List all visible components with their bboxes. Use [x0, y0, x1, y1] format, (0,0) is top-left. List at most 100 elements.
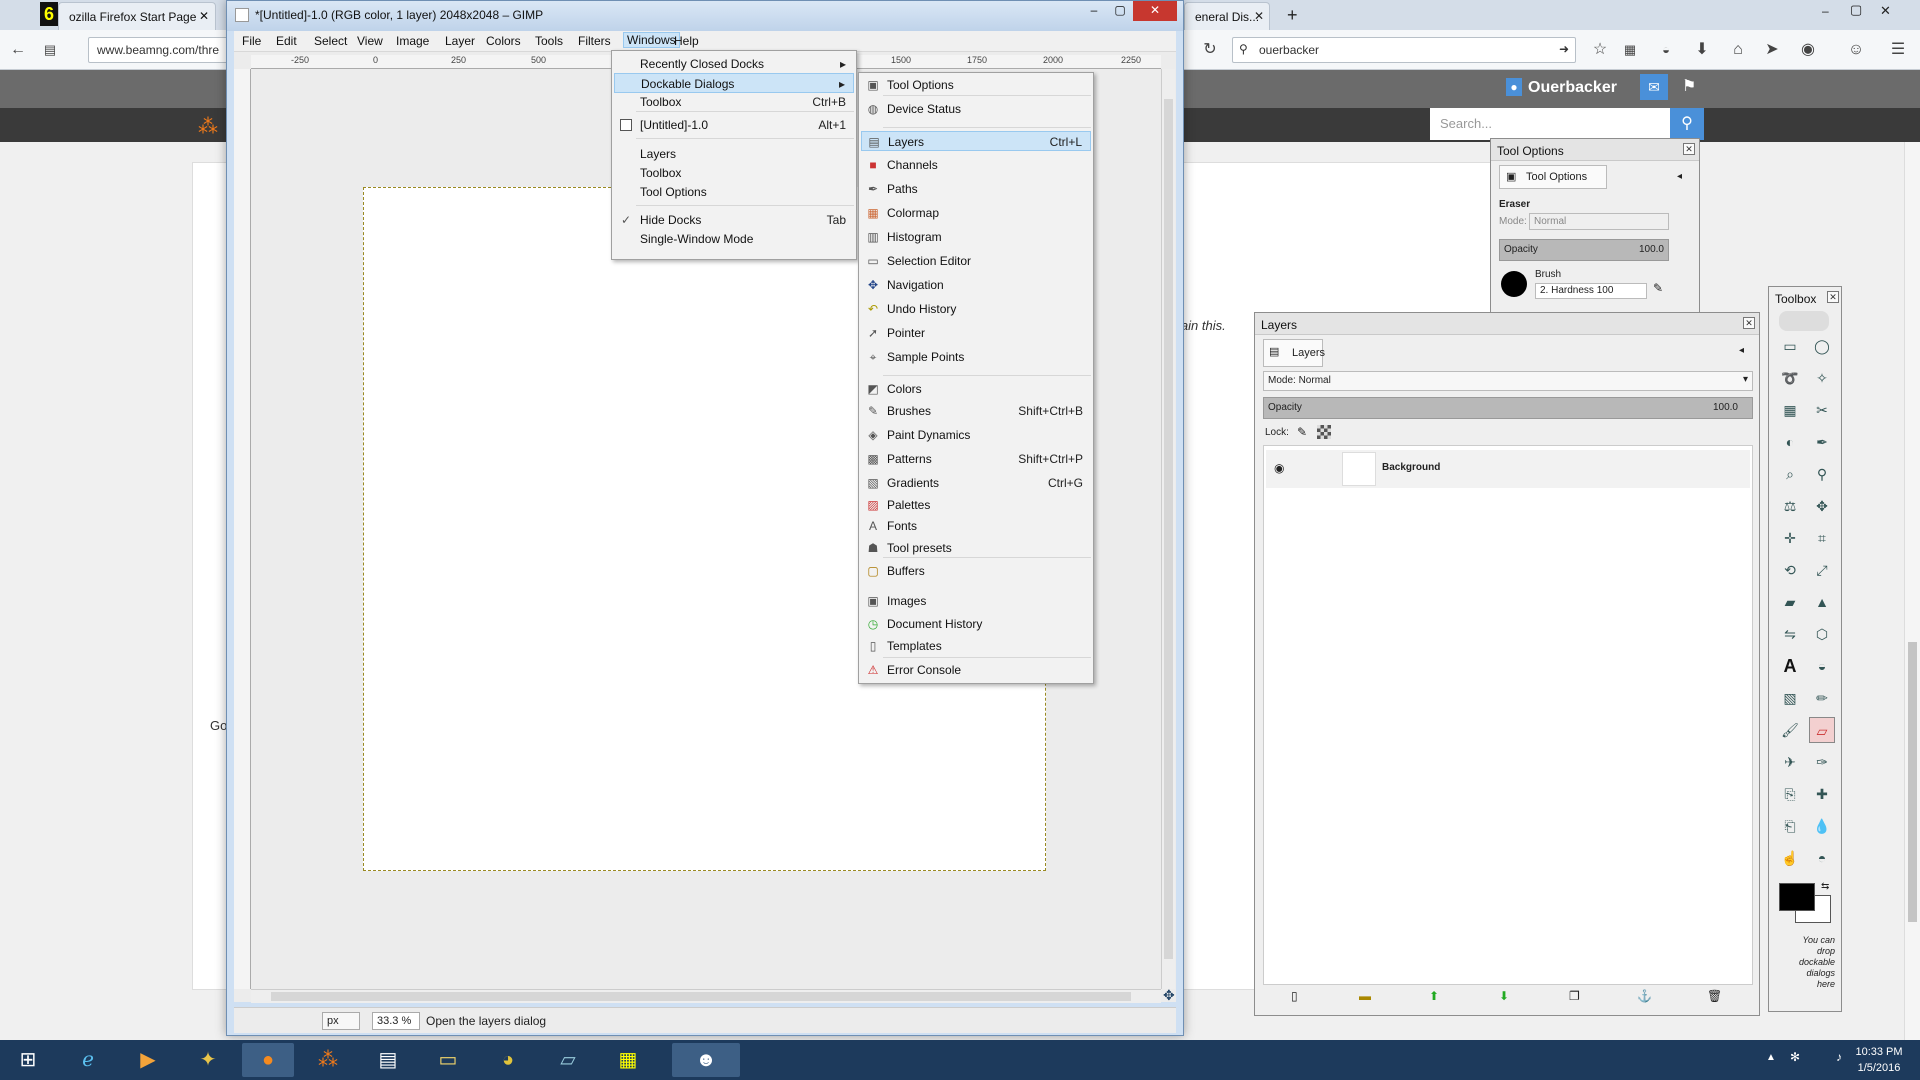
unit-select[interactable]: px — [322, 1012, 360, 1030]
dockable-item-fonts[interactable]: A Fonts — [861, 516, 1091, 536]
pocket-icon[interactable]: ◒ — [1654, 38, 1678, 62]
share-icon[interactable]: ➤ — [1760, 38, 1784, 62]
beamng-icon[interactable]: ⁂ — [302, 1043, 354, 1077]
vertical-ruler[interactable] — [234, 69, 251, 989]
perspective-clone-icon[interactable]: ⎗ — [1777, 813, 1803, 839]
media-player-icon[interactable]: ▶ — [122, 1043, 174, 1077]
heal-icon[interactable]: ✚ — [1809, 781, 1835, 807]
new-layer-group-icon[interactable]: ▬ — [1359, 989, 1371, 1003]
brush-name-field[interactable]: 2. Hardness 100 — [1535, 283, 1647, 299]
text-icon[interactable]: A — [1777, 653, 1803, 679]
free-select-icon[interactable]: ➰ — [1777, 365, 1803, 391]
flip-icon[interactable]: ⇋ — [1777, 621, 1803, 647]
dockable-item-palettes[interactable]: ▨ Palettes — [861, 495, 1091, 515]
dockable-item-histogram[interactable]: ▥ Histogram — [861, 227, 1091, 247]
windows-menu-item-dockable-dialogs[interactable]: Dockable Dialogs ▸ — [614, 73, 854, 93]
ellipse-select-icon[interactable]: ◯ — [1809, 333, 1835, 359]
panel-menu-icon[interactable]: ◂ — [1677, 171, 1682, 182]
airbrush-icon[interactable]: ✈ — [1777, 749, 1803, 775]
shear-icon[interactable]: ▰ — [1777, 589, 1803, 615]
media-center-icon[interactable]: ✦ — [182, 1043, 234, 1077]
crop-icon[interactable]: ⌗ — [1809, 525, 1835, 551]
smudge-icon[interactable]: ☝ — [1777, 845, 1803, 871]
windows-menu-item-recently-closed-docks[interactable]: Recently Closed Docks ▸ — [614, 54, 854, 74]
firefox-icon[interactable]: ● — [242, 1043, 294, 1077]
zoom-icon[interactable]: ⚲ — [1809, 461, 1835, 487]
menu-layer[interactable]: Layer — [445, 34, 475, 48]
game-icon[interactable]: ▦ — [602, 1043, 654, 1077]
dockable-item-tool-options[interactable]: ▣ Tool Options — [861, 75, 1091, 95]
layer-opacity-slider[interactable]: Opacity 100.0 — [1263, 397, 1753, 419]
dockable-item-buffers[interactable]: ▢ Buffers — [861, 561, 1091, 581]
duplicate-layer-icon[interactable]: ❐ — [1569, 989, 1580, 1003]
checkbox-icon[interactable] — [620, 119, 632, 131]
menu-help[interactable]: Help — [674, 34, 699, 48]
close-icon[interactable]: ✕ — [199, 9, 209, 23]
menu-edit[interactable]: Edit — [276, 34, 297, 48]
horizontal-scrollbar[interactable] — [251, 989, 1161, 1003]
search-input[interactable]: ⚲ ouerbacker ➜ — [1232, 37, 1576, 63]
navigate-icon[interactable]: ✥ — [1163, 987, 1175, 1004]
dockable-item-templates[interactable]: ▯ Templates — [861, 636, 1091, 656]
notepad-icon[interactable]: ▤ — [362, 1043, 414, 1077]
start-button-icon[interactable]: ⊞ — [2, 1043, 54, 1077]
close-window-icon[interactable]: ✕ — [1880, 3, 1891, 19]
windows-menu-item-untitled-1-0[interactable]: [Untitled]-1.0 Alt+1 — [614, 115, 854, 135]
username-link[interactable]: Ouerbacker — [1528, 79, 1617, 97]
dockable-item-brushes[interactable]: ✎ Brushes Shift+Ctrl+B — [861, 401, 1091, 421]
mode-select[interactable]: Normal — [1529, 213, 1669, 230]
swap-colors-icon[interactable]: ⇆ — [1821, 881, 1829, 892]
new-tab-button[interactable]: + — [1287, 5, 1298, 26]
blur-icon[interactable]: 💧 — [1809, 813, 1835, 839]
browser-tab[interactable]: ozilla Firefox Start Page ✕ — [58, 2, 216, 30]
dockable-item-colormap[interactable]: ▦ Colormap — [861, 203, 1091, 223]
dockable-item-undo-history[interactable]: ↶ Undo History — [861, 299, 1091, 319]
ink-icon[interactable]: ✑ — [1809, 749, 1835, 775]
delete-layer-icon[interactable]: 🗑 — [1707, 989, 1722, 1003]
clock-time[interactable]: 10:33 PM — [1846, 1046, 1912, 1058]
raise-layer-icon[interactable]: ⬆ — [1429, 989, 1439, 1003]
reload-icon[interactable]: ↻ — [1198, 38, 1222, 62]
menu-view[interactable]: View — [357, 34, 383, 48]
color-picker-icon[interactable]: ⌕ — [1777, 461, 1803, 487]
windows-menu-item-tool-options[interactable]: Tool Options — [614, 182, 854, 202]
clock-date[interactable]: 1/5/2016 — [1846, 1062, 1912, 1074]
reading-list-icon[interactable]: ▦ — [1618, 38, 1642, 62]
windows-menu-item-toolbox[interactable]: Toolbox Ctrl+B — [614, 92, 854, 112]
close-icon[interactable]: ✕ — [1683, 143, 1695, 155]
site-search-input[interactable]: Search... — [1430, 108, 1670, 140]
hamburger-menu-icon[interactable]: ☰ — [1886, 38, 1910, 62]
layer-mode-select[interactable]: Mode: Normal ▾ — [1263, 371, 1753, 391]
dodge-burn-icon[interactable]: ◓ — [1809, 845, 1835, 871]
close-icon[interactable]: ✕ — [1827, 291, 1839, 303]
search-go-icon[interactable]: ➜ — [1559, 42, 1569, 56]
new-layer-icon[interactable]: ▯ — [1291, 989, 1298, 1003]
eraser-icon[interactable]: ▱ — [1809, 717, 1835, 743]
scissors-icon[interactable]: ✂ — [1809, 397, 1835, 423]
lock-pixels-icon[interactable]: ✎ — [1297, 425, 1307, 439]
move-icon[interactable]: ✥ — [1809, 493, 1835, 519]
menu-select[interactable]: Select — [314, 34, 347, 48]
maximize-icon[interactable]: ▢ — [1850, 2, 1862, 18]
volume-icon[interactable]: ♪ — [1836, 1050, 1842, 1064]
cage-icon[interactable]: ⬡ — [1809, 621, 1835, 647]
file-explorer-icon[interactable]: ▭ — [422, 1043, 474, 1077]
rect-select-icon[interactable]: ▭ — [1777, 333, 1803, 359]
dockable-item-gradients[interactable]: ▧ Gradients Ctrl+G — [861, 473, 1091, 493]
tab-layers[interactable]: ▤ Layers — [1263, 339, 1325, 367]
windows-menu-item-hide-docks[interactable]: Hide Docks ✓ Tab — [614, 210, 854, 230]
site-search-button[interactable]: ⚲ — [1670, 108, 1704, 140]
pencil-icon[interactable]: ✏ — [1809, 685, 1835, 711]
back-icon[interactable]: ← — [6, 38, 30, 62]
scrollbar[interactable] — [1904, 142, 1920, 1040]
paths-tool-icon[interactable]: ✒ — [1809, 429, 1835, 455]
windows-menu-item-layers[interactable]: Layers — [614, 144, 854, 164]
dockable-item-error-console[interactable]: ⚠ Error Console — [861, 660, 1091, 680]
dockable-item-document-history[interactable]: ◷ Document History — [861, 614, 1091, 634]
opacity-slider[interactable]: Opacity 100.0 — [1499, 239, 1669, 261]
dockable-item-navigation[interactable]: ✥ Navigation — [861, 275, 1091, 295]
clone-icon[interactable]: ⎘ — [1777, 781, 1803, 807]
inbox-icon[interactable]: ✉ — [1640, 74, 1668, 100]
dockable-item-pointer[interactable]: ➚ Pointer — [861, 323, 1091, 343]
chat-icon[interactable]: ☺ — [1844, 38, 1868, 62]
